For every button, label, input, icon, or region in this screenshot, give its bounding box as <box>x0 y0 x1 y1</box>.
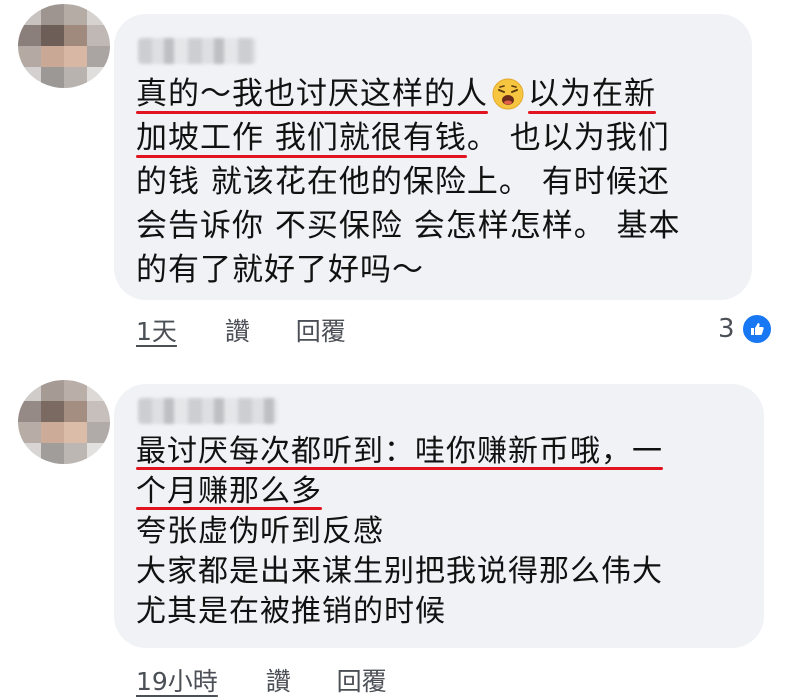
comment-line: 会告诉你 不买保险 会怎样怎样。 基本 <box>136 204 681 248</box>
like-icon <box>740 313 773 345</box>
comment-text-segment: 的钱 就该花在他的保险上。 有时候还 <box>136 164 670 200</box>
underlined-text: 最讨厌每次都听到：哇你赚新币哦，一 <box>136 432 663 472</box>
comment-line: 真的～我也讨厌这样的人 以为在新 <box>136 72 681 116</box>
comment-text-segment: 尤其是在被推销的时候 <box>136 594 446 629</box>
like-button[interactable]: 讚 <box>225 317 250 346</box>
comment-timestamp[interactable]: 1天 <box>136 317 177 346</box>
avatar[interactable] <box>18 4 110 88</box>
like-button[interactable]: 讚 <box>266 667 291 696</box>
comment-text-segment: 夸张虚伪听到反感 <box>136 514 384 549</box>
comment-actions: 1天 讚 回覆 <box>136 312 346 348</box>
comment-line: 个月赚那么多 <box>136 472 663 512</box>
comment-line: 加坡工作 我们就很有钱。 也以为我们 <box>136 116 681 160</box>
comment-text-segment: 大家都是出来谋生别把我说得那么伟大 <box>136 554 663 589</box>
avatar[interactable] <box>18 380 110 464</box>
reaction-summary[interactable]: 3 <box>718 313 773 345</box>
underlined-text: 加坡工作 我们就很有钱 <box>136 116 467 160</box>
underlined-text: 真的～我也讨厌这样的人 <box>136 72 488 116</box>
reply-button[interactable]: 回覆 <box>296 317 346 346</box>
comment-actions: 19小時 讚 回覆 <box>136 662 387 698</box>
commenter-name[interactable] <box>138 38 256 64</box>
comment-text-segment: 的有了就好了好吗～ <box>136 252 424 288</box>
comment-line: 夸张虚伪听到反感 <box>136 512 663 552</box>
reaction-count: 3 <box>718 314 735 344</box>
comment-line: 的有了就好了好吗～ <box>136 248 681 292</box>
weary-face-icon <box>492 78 524 110</box>
comment-line: 最讨厌每次都听到：哇你赚新币哦，一 <box>136 432 663 472</box>
comment-timestamp[interactable]: 19小時 <box>136 667 218 696</box>
comment-text: 最讨厌每次都听到：哇你赚新币哦，一 个月赚那么多 夸张虚伪听到反感大家都是出来谋生别… <box>136 432 663 632</box>
comment-text-segment: 会告诉你 不买保险 会怎样怎样。 基本 <box>136 208 681 244</box>
comment-text: 真的～我也讨厌这样的人 以为在新 加坡工作 我们就很有钱。 也以为我们 的钱 就该花… <box>136 72 681 292</box>
comment-line: 大家都是出来谋生别把我说得那么伟大 <box>136 552 663 592</box>
comment-line: 的钱 就该花在他的保险上。 有时候还 <box>136 160 681 204</box>
underlined-text: 个月赚那么多 <box>136 472 322 512</box>
reply-button[interactable]: 回覆 <box>337 667 387 696</box>
commenter-name[interactable] <box>138 398 278 424</box>
comment-text-segment: 。 也以为我们 <box>466 120 670 156</box>
underlined-text: 以为在新 <box>528 72 656 116</box>
comment-line: 尤其是在被推销的时候 <box>136 592 663 632</box>
